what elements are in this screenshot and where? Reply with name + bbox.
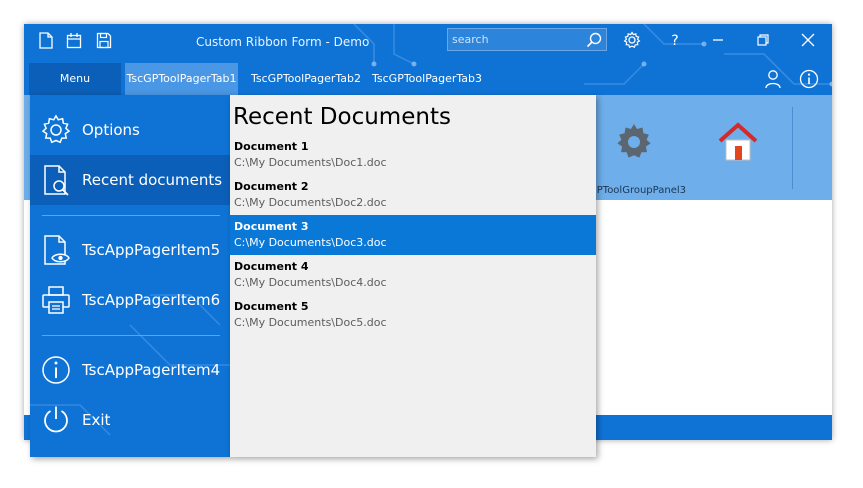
- document-name: Document 5: [234, 300, 309, 313]
- document-path: C:\My Documents\Doc5.doc: [234, 316, 387, 329]
- tab-tscgptoolpagertab2[interactable]: TscGPToolPagerTab2: [249, 63, 363, 95]
- search-box[interactable]: [447, 28, 607, 51]
- menu-item-tscapppageritem5[interactable]: TscAppPagerItem5: [30, 225, 230, 275]
- save-icon[interactable]: [96, 32, 112, 49]
- home-icon[interactable]: [716, 121, 760, 163]
- document-path: C:\My Documents\Doc3.doc: [234, 236, 387, 249]
- menu-item-recent-documents[interactable]: Recent documents: [30, 155, 230, 205]
- menu-item-label: Options: [82, 121, 140, 139]
- window-title: Custom Ribbon Form - Demo: [196, 35, 370, 49]
- gear-icon[interactable]: [623, 31, 641, 49]
- document-view-icon: [44, 235, 70, 265]
- menu-item-tscapppageritem6[interactable]: TscAppPagerItem6: [30, 275, 230, 325]
- menu-item-label: TscAppPagerItem4: [82, 361, 221, 379]
- menu-separator: [42, 215, 220, 216]
- document-name: Document 2: [234, 180, 309, 193]
- recent-documents-title: Recent Documents: [233, 104, 451, 130]
- app-menu-panel: Options Recent documents TscAppPagerItem…: [30, 95, 230, 457]
- tab-menu[interactable]: Menu: [29, 63, 121, 95]
- recent-document-item[interactable]: Document 1 C:\My Documents\Doc1.doc: [230, 135, 596, 175]
- recent-document-item[interactable]: Document 2 C:\My Documents\Doc2.doc: [230, 175, 596, 215]
- document-name: Document 3: [234, 220, 309, 233]
- group-separator: [792, 107, 793, 189]
- group-label: GPToolGroupPanel3: [589, 185, 686, 196]
- power-icon: [44, 406, 68, 433]
- menu-separator: [42, 335, 220, 336]
- menu-item-label: TscAppPagerItem5: [82, 241, 221, 259]
- tab-tscgptoolpagertab1[interactable]: TscGPToolPagerTab1: [125, 63, 238, 95]
- user-icon[interactable]: [764, 69, 782, 89]
- document-path: C:\My Documents\Doc4.doc: [234, 276, 387, 289]
- menu-item-label: Exit: [82, 411, 111, 429]
- document-name: Document 4: [234, 260, 309, 273]
- recent-document-item[interactable]: Document 4 C:\My Documents\Doc4.doc: [230, 255, 596, 295]
- minimize-icon[interactable]: [709, 31, 727, 49]
- svg-text:?: ?: [671, 33, 678, 49]
- settings-gear-icon[interactable]: [614, 122, 654, 162]
- menu-item-options[interactable]: Options: [30, 105, 230, 155]
- tab-tscgptoolpagertab3[interactable]: TscGPToolPagerTab3: [370, 63, 484, 95]
- restore-icon[interactable]: [754, 31, 772, 49]
- search-input[interactable]: [448, 29, 586, 50]
- recent-document-item[interactable]: Document 5 C:\My Documents\Doc5.doc: [230, 295, 596, 335]
- document-name: Document 1: [234, 140, 309, 153]
- document-path: C:\My Documents\Doc2.doc: [234, 196, 387, 209]
- document-path: C:\My Documents\Doc1.doc: [234, 156, 387, 169]
- menu-item-exit[interactable]: Exit: [30, 395, 230, 445]
- printer-icon: [42, 286, 70, 314]
- help-icon[interactable]: ?: [666, 31, 684, 49]
- options-gear-icon: [41, 114, 71, 144]
- info-icon: [42, 356, 70, 384]
- recent-documents-icon: [44, 165, 69, 196]
- menu-item-tscapppageritem4[interactable]: TscAppPagerItem4: [30, 345, 230, 395]
- new-document-icon[interactable]: [38, 32, 54, 49]
- info-icon[interactable]: [799, 69, 819, 89]
- menu-item-label: TscAppPagerItem6: [82, 291, 221, 309]
- menu-item-label: Recent documents: [82, 171, 223, 189]
- recent-documents-panel: Recent Documents Document 1 C:\My Docume…: [230, 95, 596, 457]
- search-icon[interactable]: [586, 32, 602, 48]
- close-icon[interactable]: [799, 31, 817, 49]
- ribbon-tab-row: Menu TscGPToolPagerTab1 TscGPToolPagerTa…: [24, 63, 832, 95]
- calendar-icon[interactable]: [66, 32, 82, 49]
- recent-document-item-selected[interactable]: Document 3 C:\My Documents\Doc3.doc: [230, 215, 596, 255]
